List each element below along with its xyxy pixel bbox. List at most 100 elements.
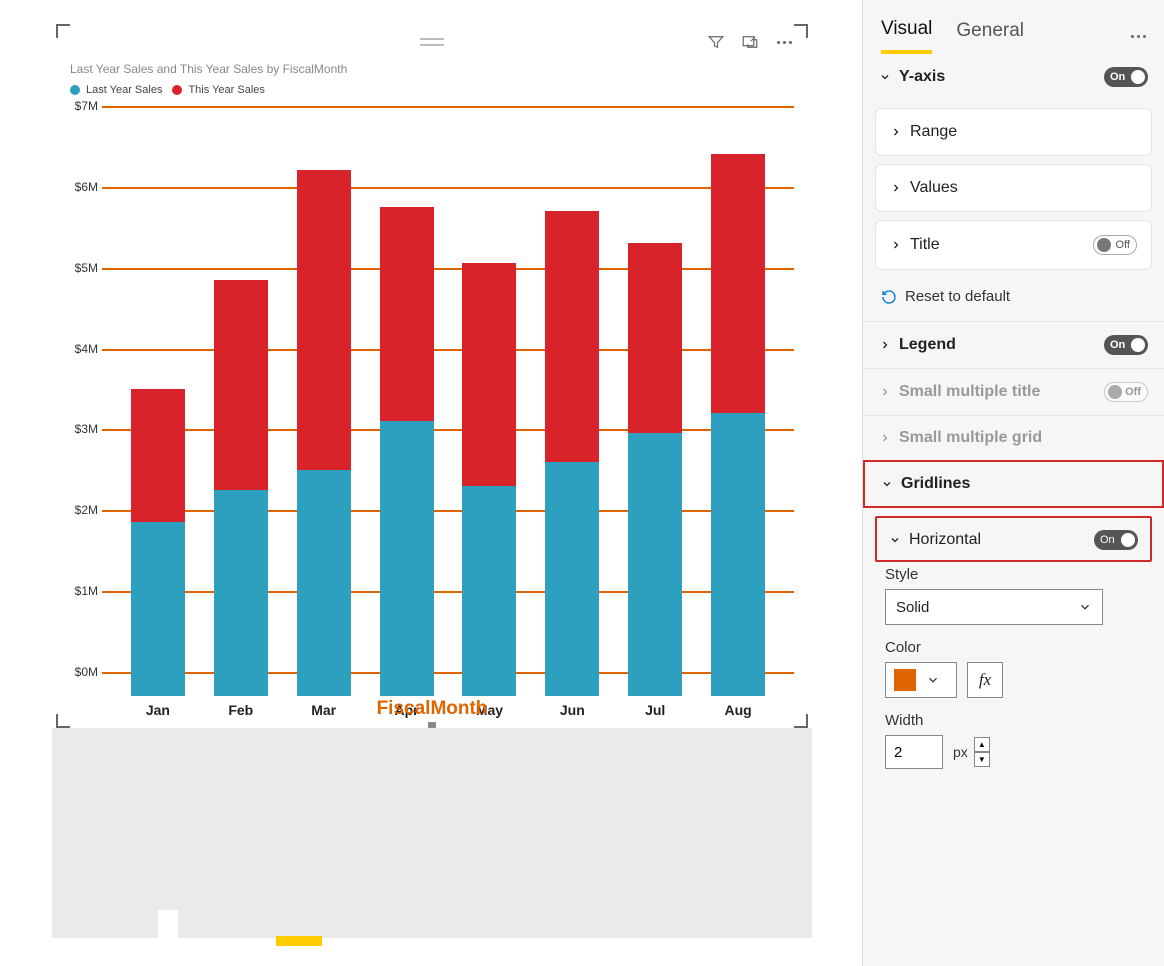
more-options-icon[interactable] bbox=[1131, 35, 1146, 38]
width-stepper: ▲ ▼ bbox=[974, 737, 990, 767]
bar-segment[interactable] bbox=[545, 211, 599, 462]
selection-corner-tl[interactable] bbox=[56, 24, 70, 38]
bar-segment[interactable] bbox=[214, 490, 268, 696]
y-tick-label: $5M bbox=[58, 261, 98, 275]
chevron-right-icon bbox=[879, 432, 891, 444]
chevron-right-icon bbox=[890, 239, 902, 251]
section-gridlines[interactable]: Gridlines bbox=[863, 460, 1164, 508]
bar-segment[interactable] bbox=[380, 421, 434, 696]
section-legend[interactable]: Legend On bbox=[863, 322, 1164, 368]
drag-handle-icon[interactable] bbox=[420, 38, 444, 46]
page-tab-notch bbox=[158, 910, 178, 938]
bar-segment[interactable] bbox=[297, 170, 351, 469]
reset-label: Reset to default bbox=[905, 288, 1010, 305]
section-y-axis[interactable]: Y-axis On bbox=[863, 54, 1164, 100]
chevron-right-icon bbox=[890, 126, 902, 138]
selection-corner-tr[interactable] bbox=[794, 24, 808, 38]
focus-mode-icon[interactable] bbox=[740, 32, 760, 52]
legend-toggle[interactable]: On bbox=[1104, 335, 1148, 355]
chart-visual[interactable]: Last Year Sales and This Year Sales by F… bbox=[58, 26, 806, 726]
y-tick-label: $7M bbox=[58, 99, 98, 113]
card-label: Title bbox=[910, 236, 940, 254]
gridline bbox=[102, 106, 794, 108]
y-tick-label: $2M bbox=[58, 503, 98, 517]
legend-swatch-last-year bbox=[70, 85, 80, 95]
chevron-right-icon bbox=[879, 386, 891, 398]
color-swatch bbox=[894, 669, 916, 691]
tab-visual[interactable]: Visual bbox=[881, 18, 932, 54]
style-select[interactable]: Solid bbox=[885, 589, 1103, 625]
format-tabs: Visual General bbox=[863, 0, 1164, 54]
y-axis-toggle[interactable]: On bbox=[1104, 67, 1148, 87]
bar-segment[interactable] bbox=[380, 207, 434, 421]
chart-title: Last Year Sales and This Year Sales by F… bbox=[70, 62, 347, 76]
color-picker[interactable] bbox=[885, 662, 957, 698]
tab-general[interactable]: General bbox=[956, 20, 1024, 52]
field-style: Style Solid bbox=[863, 562, 1164, 635]
field-label: Color bbox=[885, 639, 1142, 656]
card-values[interactable]: Values bbox=[875, 164, 1152, 212]
section-label: Legend bbox=[899, 336, 956, 354]
bar-group[interactable]: Jan bbox=[131, 130, 185, 696]
chevron-down-icon bbox=[1078, 600, 1092, 614]
gridline bbox=[102, 672, 794, 674]
small-multiple-title-toggle: Off bbox=[1104, 382, 1148, 402]
chevron-right-icon bbox=[890, 182, 902, 194]
horizontal-toggle[interactable]: On bbox=[1094, 530, 1138, 550]
bar-group[interactable]: Aug bbox=[711, 130, 765, 696]
format-pane: Visual General Y-axis On Range Values bbox=[862, 0, 1164, 966]
stepper-down-button[interactable]: ▼ bbox=[974, 752, 990, 767]
bar-group[interactable]: Mar bbox=[297, 130, 351, 696]
section-horizontal: Horizontal On bbox=[875, 516, 1152, 562]
filter-icon[interactable] bbox=[706, 32, 726, 52]
bar-segment[interactable] bbox=[462, 486, 516, 696]
section-small-multiple-grid: Small multiple grid bbox=[863, 416, 1164, 460]
horizontal-header[interactable]: Horizontal On bbox=[889, 528, 1138, 556]
legend-label: This Year Sales bbox=[188, 84, 264, 96]
more-options-icon[interactable] bbox=[774, 32, 794, 52]
bar-segment[interactable] bbox=[711, 413, 765, 696]
bar-group[interactable]: Apr bbox=[380, 130, 434, 696]
bar-segment[interactable] bbox=[214, 280, 268, 490]
page-tab-indicator[interactable] bbox=[276, 936, 322, 946]
bar-group[interactable]: Jul bbox=[628, 130, 682, 696]
card-title[interactable]: Title Off bbox=[875, 220, 1152, 270]
reset-to-default-button[interactable]: Reset to default bbox=[863, 278, 1164, 321]
bar-group[interactable]: May bbox=[462, 130, 516, 696]
bar-segment[interactable] bbox=[131, 389, 185, 522]
bar-segment[interactable] bbox=[628, 433, 682, 696]
bar-segment[interactable] bbox=[462, 263, 516, 485]
bar-group[interactable]: Jun bbox=[545, 130, 599, 696]
card-range[interactable]: Range bbox=[875, 108, 1152, 156]
width-input[interactable] bbox=[885, 735, 943, 769]
section-small-multiple-title: Small multiple title Off bbox=[863, 369, 1164, 415]
title-toggle[interactable]: Off bbox=[1093, 235, 1137, 255]
field-label: Style bbox=[885, 566, 1142, 583]
field-color: Color fx bbox=[863, 635, 1164, 708]
bar-segment[interactable] bbox=[628, 243, 682, 433]
bar-segment[interactable] bbox=[711, 154, 765, 413]
gridline bbox=[102, 510, 794, 512]
y-tick-label: $4M bbox=[58, 342, 98, 356]
y-tick-label: $0M bbox=[58, 665, 98, 679]
chevron-down-icon bbox=[879, 71, 891, 83]
stepper-up-button[interactable]: ▲ bbox=[974, 737, 990, 752]
x-axis-title: FiscalMonth bbox=[58, 698, 806, 720]
bar-segment[interactable] bbox=[545, 462, 599, 696]
y-tick-label: $1M bbox=[58, 584, 98, 598]
section-label: Gridlines bbox=[901, 475, 970, 493]
report-canvas: Last Year Sales and This Year Sales by F… bbox=[0, 0, 850, 966]
gridline bbox=[102, 349, 794, 351]
bar-group[interactable]: Feb bbox=[214, 130, 268, 696]
bar-segment[interactable] bbox=[297, 470, 351, 696]
width-unit: px bbox=[953, 744, 968, 760]
section-label: Y-axis bbox=[899, 68, 945, 86]
legend-swatch-this-year bbox=[172, 85, 182, 95]
visual-header bbox=[706, 32, 794, 52]
bar-segment[interactable] bbox=[131, 522, 185, 696]
chevron-down-icon bbox=[889, 534, 901, 546]
section-label: Small multiple title bbox=[899, 383, 1040, 401]
fx-button[interactable]: fx bbox=[967, 662, 1003, 698]
chevron-right-icon bbox=[879, 339, 891, 351]
section-label: Small multiple grid bbox=[899, 429, 1042, 447]
